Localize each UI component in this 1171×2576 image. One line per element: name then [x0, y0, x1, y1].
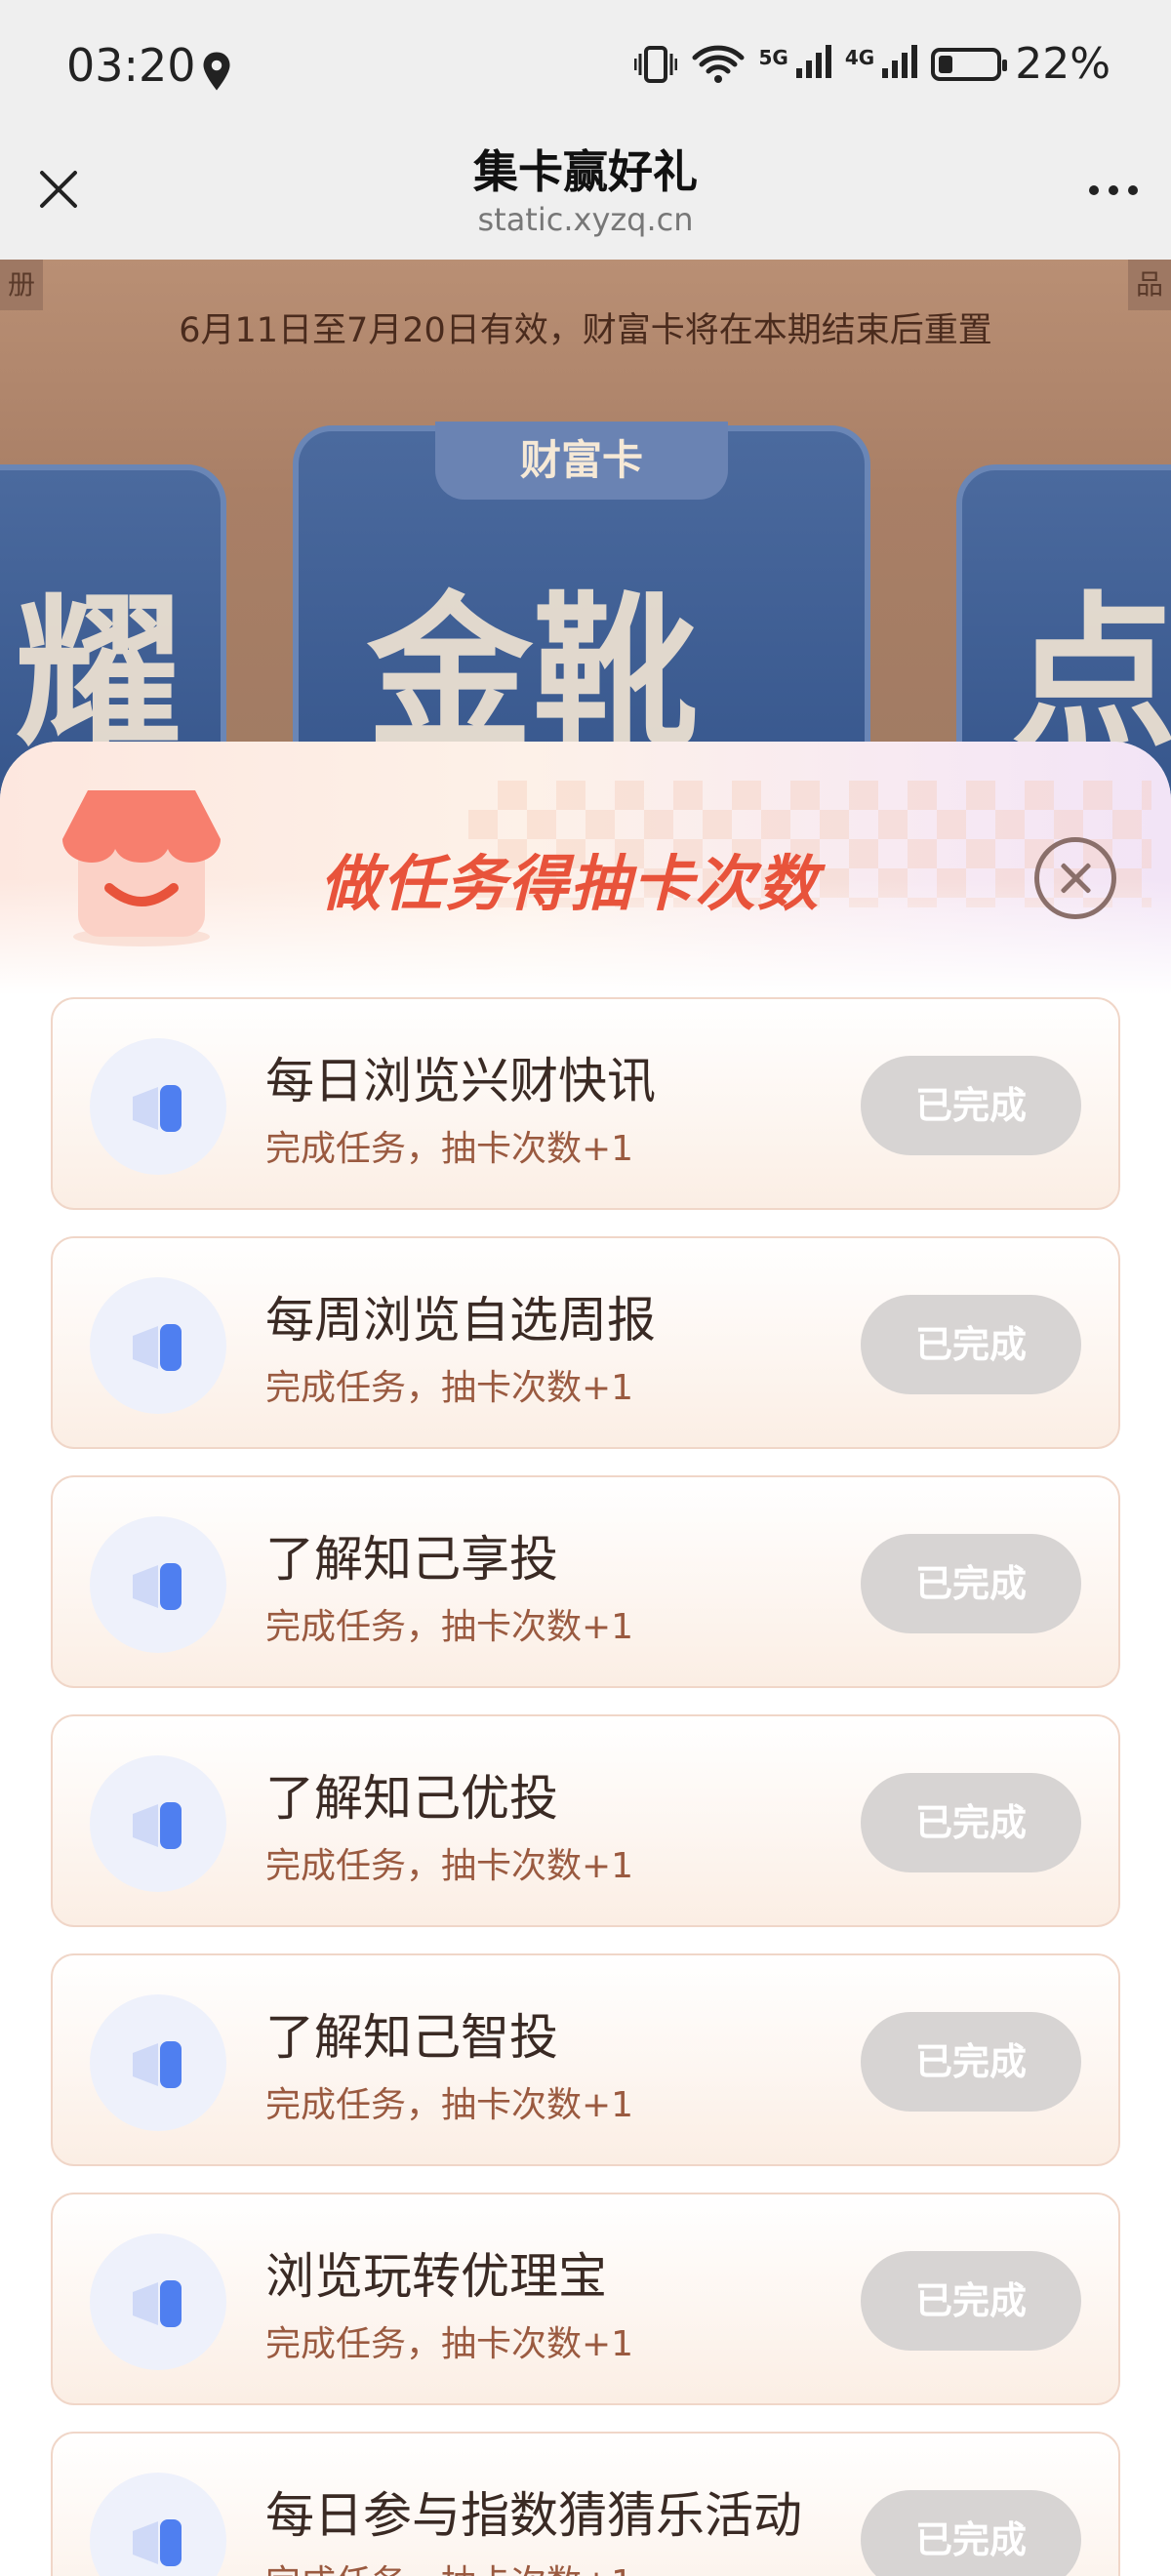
video-icon: [90, 1994, 226, 2131]
sheet-title: 做任务得抽卡次数: [320, 848, 821, 919]
task-title: 了解知己优投: [265, 1770, 558, 1827]
validity-notice: 6月11日至7月20日有效，财富卡将在本期结束后重置: [179, 311, 992, 350]
task-reward: 完成任务，抽卡次数+1: [265, 2555, 633, 2576]
task-item: 了解知己享投 完成任务，抽卡次数+1 已完成: [51, 1475, 1120, 1688]
task-item: 每周浏览自选周报 完成任务，抽卡次数+1 已完成: [51, 1236, 1120, 1449]
task-list: 每日浏览兴财快讯 完成任务，抽卡次数+1 已完成 每周浏览自选周报 完成任务，抽…: [51, 997, 1120, 2576]
video-icon: [90, 1038, 226, 1175]
signal-4g-icon: [882, 39, 918, 78]
task-done-button[interactable]: 已完成: [861, 1056, 1081, 1155]
task-title: 每周浏览自选周报: [265, 1292, 656, 1348]
wifi-icon: [692, 45, 745, 83]
task-item: 了解知己优投 完成任务，抽卡次数+1 已完成: [51, 1714, 1120, 1927]
location-icon: [203, 52, 230, 91]
video-icon: [90, 1755, 226, 1892]
task-item: 浏览玩转优理宝 完成任务，抽卡次数+1 已完成: [51, 2193, 1120, 2405]
status-bar: 03:20 5G 4G 22%: [0, 0, 1171, 146]
task-done-button[interactable]: 已完成: [861, 2251, 1081, 2351]
more-icon[interactable]: [1089, 185, 1138, 195]
battery-percent: 22%: [1015, 39, 1110, 89]
task-reward: 完成任务，抽卡次数+1: [265, 2085, 634, 2125]
network-4g-label: 4G: [844, 46, 875, 69]
video-icon: [90, 1516, 226, 1653]
status-icons: 5G 4G 22%: [633, 39, 1110, 89]
card-label: 财富卡: [435, 422, 728, 500]
video-icon: [90, 2234, 226, 2370]
task-item: 每日浏览兴财快讯 完成任务，抽卡次数+1 已完成: [51, 997, 1120, 1210]
vibrate-icon: [633, 45, 677, 83]
task-reward: 完成任务，抽卡次数+1: [265, 1846, 634, 1886]
task-done-button[interactable]: 已完成: [861, 1295, 1081, 1394]
task-item: 了解知己智投 完成任务，抽卡次数+1 已完成: [51, 1953, 1120, 2166]
page-url: static.xyzq.cn: [477, 201, 694, 238]
sheet-close-button[interactable]: [1034, 837, 1116, 919]
video-icon: [90, 2473, 226, 2576]
task-reward: 完成任务，抽卡次数+1: [265, 1607, 634, 1647]
video-icon: [90, 1277, 226, 1414]
signal-5g-icon: [795, 39, 831, 78]
network-5g-label: 5G: [758, 46, 788, 69]
task-title: 每日参与指数猜猜乐活动: [265, 2487, 802, 2544]
shop-icon: [62, 790, 221, 946]
task-title: 浏览玩转优理宝: [265, 2248, 607, 2305]
task-done-button[interactable]: 已完成: [861, 1534, 1081, 1633]
task-reward: 完成任务，抽卡次数+1: [265, 1129, 634, 1169]
task-done-button[interactable]: 已完成: [861, 1773, 1081, 1872]
task-done-button[interactable]: 已完成: [861, 2490, 1081, 2576]
task-title: 了解知己智投: [265, 2009, 558, 2066]
nav-bar: 集卡赢好礼 static.xyzq.cn: [0, 145, 1171, 260]
task-title: 了解知己享投: [265, 1531, 558, 1588]
task-title: 每日浏览兴财快讯: [265, 1053, 656, 1109]
battery-icon: [931, 47, 1008, 81]
task-sheet: 做任务得抽卡次数 每日浏览兴财快讯 完成任务，抽卡次数+1 已完成 每周浏览自选…: [0, 742, 1171, 2576]
task-reward: 完成任务，抽卡次数+1: [265, 2324, 634, 2364]
task-reward: 完成任务，抽卡次数+1: [265, 1368, 634, 1408]
status-time: 03:20: [66, 39, 196, 92]
task-done-button[interactable]: 已完成: [861, 2012, 1081, 2112]
page-title: 集卡赢好礼: [473, 145, 698, 198]
task-item: 每日参与指数猜猜乐活动 完成任务，抽卡次数+1 已完成: [51, 2432, 1120, 2576]
